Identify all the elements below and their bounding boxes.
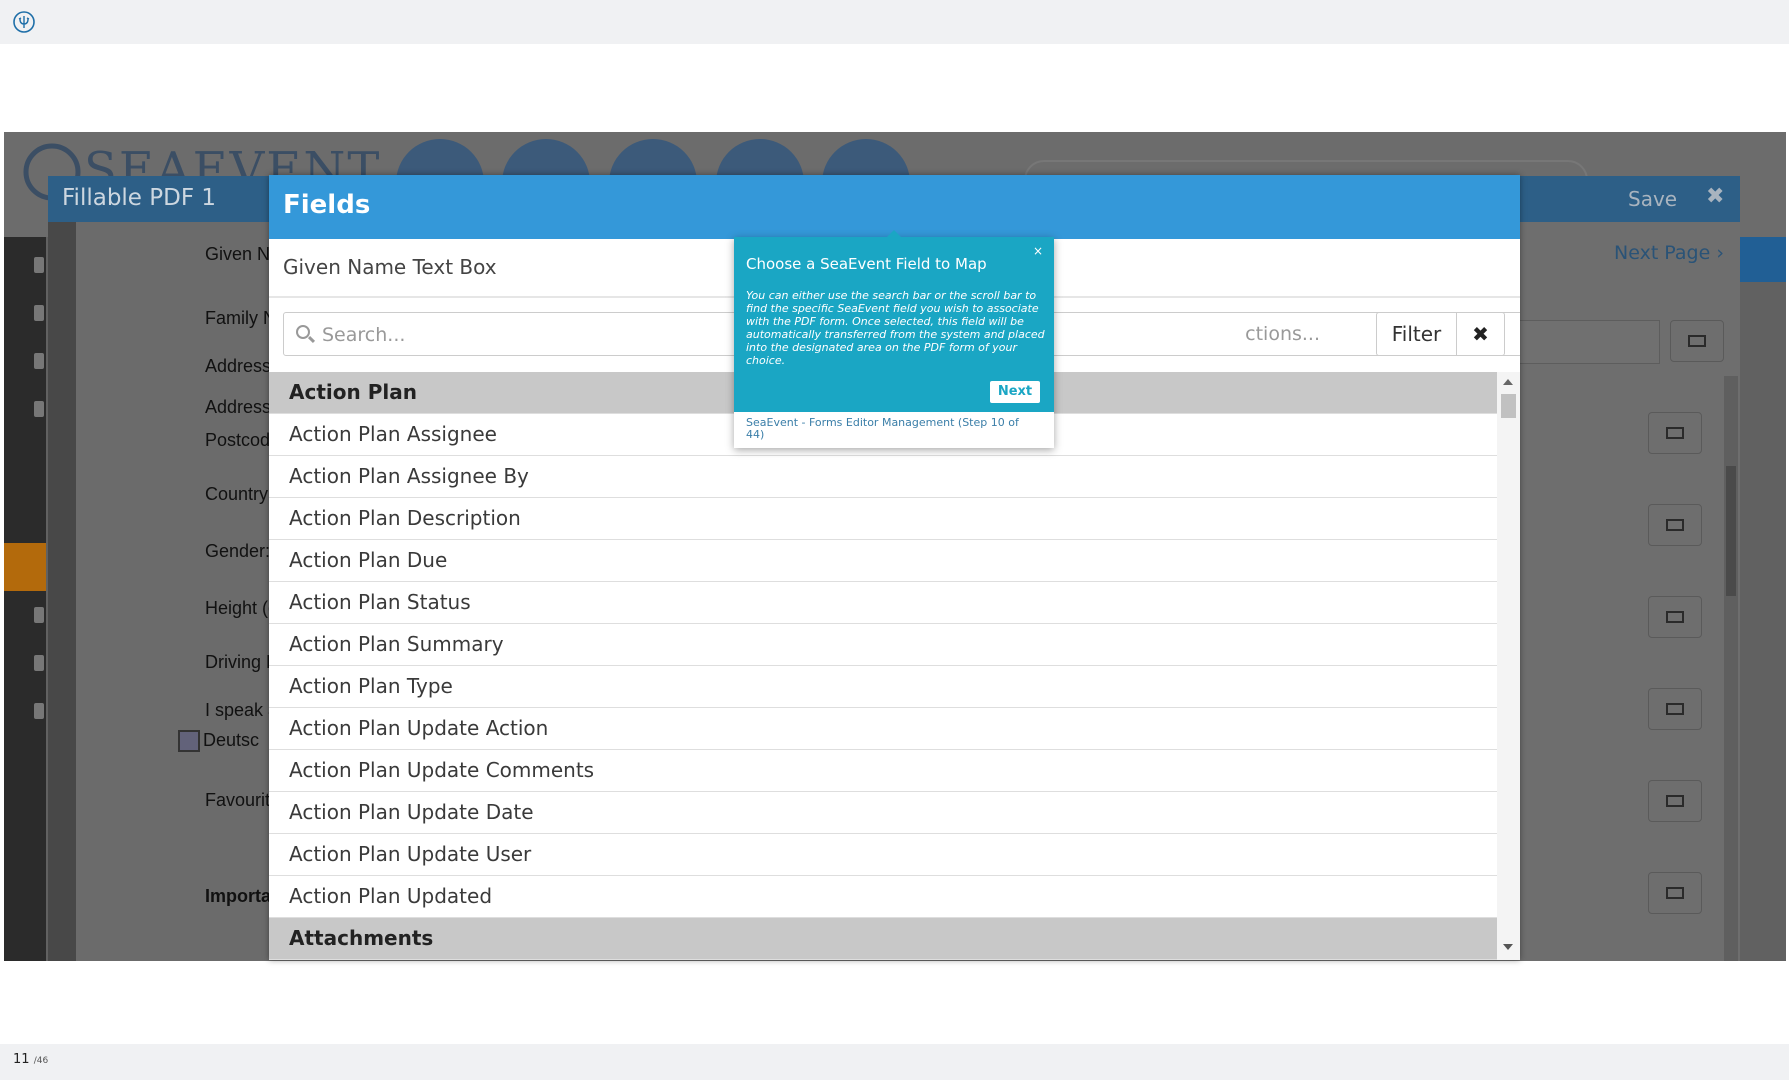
field-option[interactable]: Action Plan Update User xyxy=(269,834,1497,876)
sidebar-icon xyxy=(34,257,44,273)
sidebar-icon xyxy=(34,655,44,671)
field-option[interactable]: Action Plan Status xyxy=(269,582,1497,624)
field-list-button[interactable] xyxy=(1648,412,1702,454)
page-counter: 11 /46 xyxy=(13,1052,48,1067)
scrollbar-thumb[interactable] xyxy=(1501,394,1516,418)
field-list-button[interactable] xyxy=(1648,596,1702,638)
form-label: Deutsc xyxy=(203,730,260,750)
list-icon xyxy=(1666,795,1684,807)
field-search-input[interactable] xyxy=(320,319,744,351)
pdf-panel-scrollbar[interactable] xyxy=(1724,376,1738,961)
list-icon xyxy=(1666,887,1684,899)
list-icon xyxy=(1666,427,1684,439)
field-search-box[interactable] xyxy=(283,312,753,356)
selected-pdf-field: Given Name Text Box xyxy=(283,255,497,279)
scroll-down-icon[interactable] xyxy=(1503,944,1513,950)
viewer-bottombar xyxy=(0,1044,1789,1080)
field-option[interactable]: Action Plan Update Date xyxy=(269,792,1497,834)
list-icon xyxy=(1666,519,1684,531)
filter-button[interactable]: Filter xyxy=(1376,312,1457,356)
deutsch-checkbox[interactable] xyxy=(178,730,200,752)
sidebar-icon xyxy=(34,401,44,417)
pdf-save-button[interactable]: Save xyxy=(1628,187,1677,211)
field-option[interactable]: Action Plan Assignee By xyxy=(269,456,1497,498)
sidebar-icon xyxy=(34,703,44,719)
app-sidebar xyxy=(4,237,46,961)
pdf-dialog-title: Fillable PDF 1 xyxy=(62,185,217,211)
search-icon xyxy=(296,325,310,339)
list-icon xyxy=(1688,335,1706,347)
field-option[interactable]: Action Plan Summary xyxy=(269,624,1497,666)
field-option[interactable]: Action Plan Due xyxy=(269,540,1497,582)
tour-popover: × Choose a SeaEvent Field to Map You can… xyxy=(734,230,1054,448)
field-list-button[interactable] xyxy=(1648,504,1702,546)
form-label: Country: xyxy=(205,484,274,504)
field-option[interactable]: Action Plan Update Comments xyxy=(269,750,1497,792)
clear-filter-button[interactable]: ✖ xyxy=(1456,312,1505,356)
form-label: Gender: xyxy=(205,541,271,561)
field-list-button[interactable] xyxy=(1670,320,1724,362)
page-current: 11 xyxy=(13,1052,30,1067)
field-group-header: Attachments xyxy=(269,918,1497,960)
pdf-left-gutter xyxy=(48,222,76,961)
next-page-link[interactable]: Next Page › xyxy=(1614,242,1724,264)
list-icon xyxy=(1666,703,1684,715)
tour-footer: SeaEvent - Forms Editor Management (Step… xyxy=(734,412,1054,448)
tour-title: Choose a SeaEvent Field to Map xyxy=(746,255,987,273)
page-total: /46 xyxy=(33,1056,49,1066)
scroll-up-icon[interactable] xyxy=(1503,379,1513,385)
scrollbar-thumb[interactable] xyxy=(1726,466,1736,596)
sidebar-icon xyxy=(34,353,44,369)
field-list-button[interactable] xyxy=(1648,688,1702,730)
sidebar-icon xyxy=(34,305,44,321)
sidebar-icon xyxy=(34,607,44,623)
field-option[interactable]: Action Plan Type xyxy=(269,666,1497,708)
field-option[interactable]: Action Plan Description xyxy=(269,498,1497,540)
field-list-scrollbar[interactable] xyxy=(1497,372,1520,960)
tour-body: You can either use the search bar or the… xyxy=(746,289,1045,367)
fields-modal-title: Fields xyxy=(283,190,371,220)
field-option[interactable]: Action Plan Update Action xyxy=(269,708,1497,750)
list-icon xyxy=(1666,611,1684,623)
field-list-button[interactable] xyxy=(1648,872,1702,914)
field-list-button[interactable] xyxy=(1648,780,1702,822)
tour-next-button[interactable]: Next xyxy=(990,381,1040,403)
field-option[interactable]: Action Plan Updated xyxy=(269,876,1497,918)
popover-arrow xyxy=(887,230,901,237)
field-list[interactable]: Action Plan Action Plan Assignee Action Pl… xyxy=(269,372,1497,960)
viewer-topbar xyxy=(0,0,1789,44)
pdf-close-icon[interactable]: ✖ xyxy=(1706,184,1724,209)
tour-close-icon[interactable]: × xyxy=(1033,244,1043,258)
sidebar-active-item xyxy=(4,543,46,591)
seaevent-logo-icon[interactable] xyxy=(13,11,35,33)
tour-step-label: SeaEvent - Forms Editor Management (Step… xyxy=(746,416,1019,441)
